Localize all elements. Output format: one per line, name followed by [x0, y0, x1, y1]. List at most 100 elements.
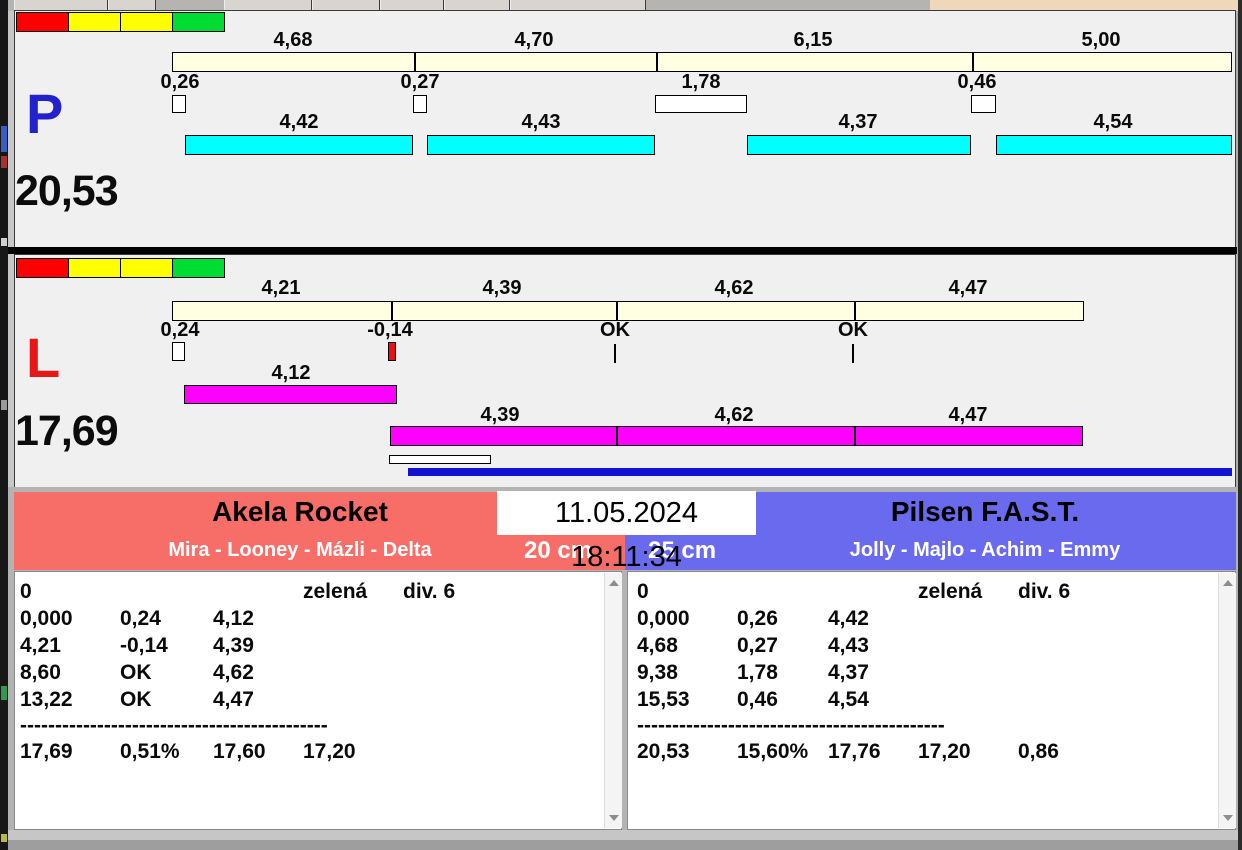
bar-divider	[616, 427, 618, 445]
table-cell: div. 6	[403, 580, 456, 603]
toolbar-fragment	[380, 0, 444, 10]
early-change-marker-box	[388, 342, 396, 361]
change-marker-box	[971, 95, 996, 113]
table-cell: zelená	[303, 580, 368, 603]
bottom-strip-light	[8, 830, 1238, 840]
ok-change-tick	[614, 344, 616, 363]
scroll-down-icon[interactable]	[1223, 815, 1233, 821]
toolbar-fragment	[14, 0, 108, 10]
run-time-label: 4,37	[838, 111, 878, 133]
split-time-label: 4,70	[514, 29, 554, 51]
table-cell: OK	[120, 688, 152, 711]
sliver-artifact	[1, 834, 7, 842]
datetime-display: 11.05.2024 18:11:34	[497, 491, 756, 573]
table-cell: 4,12	[213, 607, 254, 630]
change-time-label: 0,46	[957, 71, 997, 93]
lane-separator-bar	[8, 247, 1237, 254]
traffic-light-green-icon	[172, 12, 225, 32]
bar-divider	[854, 302, 856, 320]
change-marker-box	[172, 342, 185, 361]
results-table-left	[14, 571, 622, 830]
team-left-dogs: Mira - Looney - Mázli - Delta	[168, 539, 432, 561]
run-bar-group	[390, 426, 1083, 446]
scrollbar-right-table[interactable]	[1218, 573, 1236, 828]
run-time-label: 4,47	[948, 404, 988, 426]
toolbar-fragment	[224, 0, 312, 10]
flyball-timing-window: 4,68 4,70 6,15 5,00 0,26 0,27 1,78 0,46 …	[0, 0, 1242, 850]
split-time-label: 5,00	[1081, 29, 1121, 51]
table-cell: 4,54	[828, 688, 869, 711]
run-time-label: 4,39	[480, 404, 520, 426]
table-total-cell: 17,20	[918, 740, 971, 763]
split-time-label: 4,39	[482, 277, 522, 299]
traffic-lights-p	[16, 12, 225, 32]
scrollbar-left-table[interactable]	[604, 573, 622, 828]
table-cell: 0	[637, 580, 649, 603]
table-cell: 15,53	[637, 688, 690, 711]
change-marker-box	[172, 95, 186, 113]
window-edge-right-dark	[1238, 0, 1242, 850]
blue-progress-bar	[408, 468, 1232, 476]
scroll-up-icon[interactable]	[609, 580, 619, 586]
change-time-label: 0,24	[160, 319, 200, 341]
table-cell: 4,37	[828, 661, 869, 684]
table-total-cell: 0,86	[1018, 740, 1059, 763]
white-marker-box	[389, 455, 491, 464]
lane-letter-l: L	[26, 326, 61, 389]
bar-divider	[854, 427, 856, 445]
bar-divider	[972, 53, 974, 71]
bar-divider	[414, 53, 416, 71]
table-cell: 4,62	[213, 661, 254, 684]
sliver-artifact	[1, 238, 7, 246]
table-cell: 13,22	[20, 688, 73, 711]
toolbar-fragment	[444, 0, 510, 10]
table-cell: OK	[120, 661, 152, 684]
change-time-label: -0,14	[367, 319, 413, 341]
table-total-cell: 17,20	[303, 740, 356, 763]
split-time-label: 4,68	[273, 29, 313, 51]
table-cell: 4,21	[20, 634, 61, 657]
change-time-label: 1,78	[681, 71, 721, 93]
split-time-label: 4,62	[714, 277, 754, 299]
run-bar	[996, 135, 1232, 155]
table-cell: 4,47	[213, 688, 254, 711]
ok-change-tick	[852, 344, 854, 363]
run-time-label: 4,62	[714, 404, 754, 426]
change-marker-box	[655, 95, 747, 113]
toolbar-fragment	[510, 0, 646, 10]
sliver-artifact	[1, 686, 7, 700]
split-bar-l	[172, 301, 1084, 321]
run-time-label: 4,43	[521, 111, 561, 133]
scroll-down-icon[interactable]	[609, 815, 619, 821]
table-cell: 0,27	[737, 634, 778, 657]
table-total-cell: 17,69	[20, 740, 73, 763]
panel-lane-p	[14, 10, 1236, 215]
team-right-dogs: Jolly - Majlo - Achim - Emmy	[849, 539, 1121, 561]
change-marker-box	[413, 95, 427, 113]
table-cell: 4,68	[637, 634, 678, 657]
table-cell: 8,60	[20, 661, 61, 684]
table-separator: ----------------------------------------…	[637, 714, 945, 737]
bar-divider	[391, 302, 393, 320]
table-cell: -0,14	[120, 634, 168, 657]
table-cell: 0	[20, 580, 32, 603]
lane-total-l: 17,69	[15, 407, 119, 455]
split-time-label: 4,21	[261, 277, 301, 299]
run-bar	[184, 385, 397, 404]
split-time-label: 4,47	[948, 277, 988, 299]
table-cell: div. 6	[1018, 580, 1071, 603]
table-cell: 4,43	[828, 634, 869, 657]
table-total-cell: 20,53	[637, 740, 690, 763]
table-total-cell: 15,60%	[737, 740, 809, 763]
run-time-label: 4,12	[271, 362, 311, 384]
change-time-label: OK	[838, 319, 868, 341]
traffic-light-green-icon	[172, 258, 225, 278]
table-separator: ----------------------------------------…	[20, 714, 328, 737]
scroll-up-icon[interactable]	[1223, 580, 1233, 586]
run-bar	[427, 135, 655, 155]
panel-gap	[14, 214, 1236, 247]
sliver-artifact	[1, 156, 7, 168]
sliver-artifact	[1, 400, 7, 410]
change-time-label: 0,27	[400, 71, 440, 93]
table-cell: 0,000	[20, 607, 73, 630]
